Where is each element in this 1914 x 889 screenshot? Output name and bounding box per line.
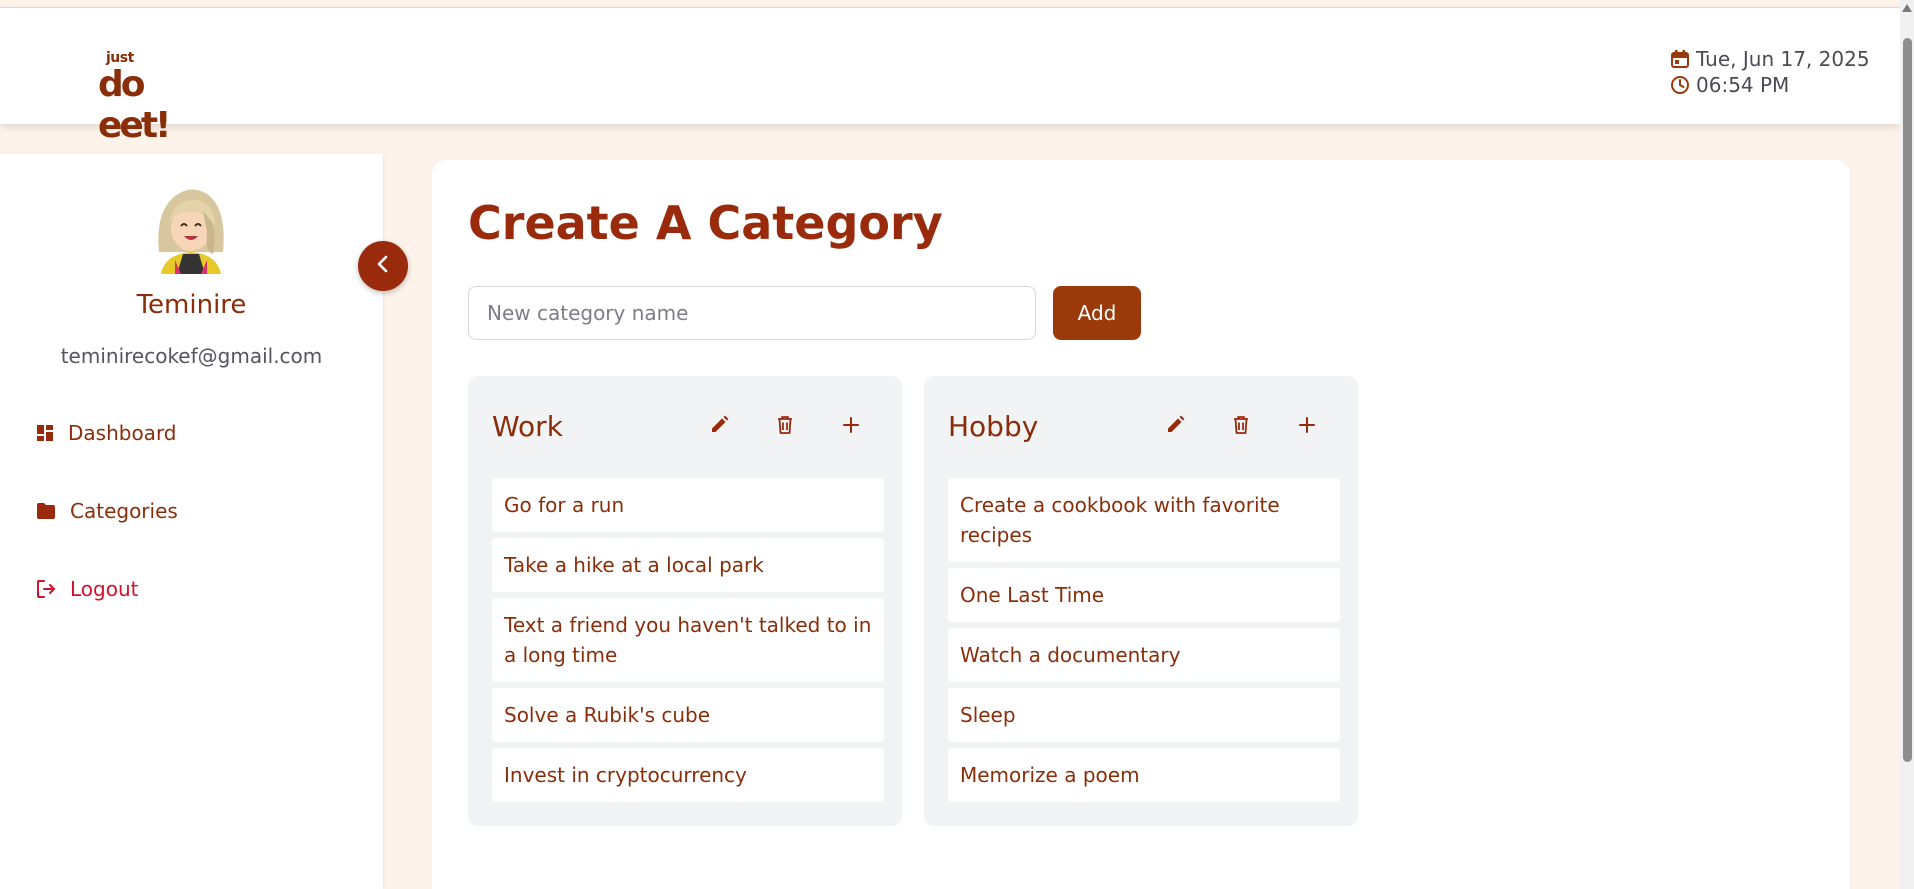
task-item[interactable]: Watch a documentary [948, 628, 1340, 682]
task-item[interactable]: Invest in cryptocurrency [492, 748, 884, 802]
delete-category-button[interactable] [768, 410, 802, 444]
task-item[interactable]: Go for a run [492, 478, 884, 532]
edit-category-button[interactable] [1158, 410, 1192, 444]
task-item[interactable]: Create a cookbook with favorite recipes [948, 478, 1340, 562]
logout-icon [36, 579, 56, 599]
add-task-button[interactable] [1290, 410, 1324, 444]
clock-icon [1670, 75, 1690, 95]
trash-icon [1232, 415, 1250, 439]
plus-icon [1298, 416, 1316, 438]
task-item[interactable]: Solve a Rubik's cube [492, 688, 884, 742]
date-row: Tue, Jun 17, 2025 [1670, 46, 1870, 72]
sidebar-item-logout[interactable]: Logout [36, 577, 138, 601]
sidebar: Teminire teminirecokef@gmail.com Dashboa… [0, 154, 383, 889]
header: just do eet! Tue, Jun 17, 2025 06:54 PM [0, 8, 1900, 146]
folder-icon [36, 502, 56, 520]
logo-big-text: do eet! [98, 64, 171, 146]
trash-icon [776, 415, 794, 439]
plus-icon [842, 416, 860, 438]
time-text: 06:54 PM [1696, 73, 1790, 97]
category-card-work: Work Go for a run Take a hike at a local… [468, 376, 902, 826]
delete-category-button[interactable] [1224, 410, 1258, 444]
sidebar-item-label: Categories [70, 499, 178, 523]
sidebar-item-categories[interactable]: Categories [36, 499, 178, 523]
task-item[interactable]: Take a hike at a local park [492, 538, 884, 592]
scroll-up-arrow[interactable] [1902, 4, 1912, 12]
category-title: Work [492, 410, 563, 443]
add-category-button[interactable]: Add [1053, 286, 1141, 340]
collapse-sidebar-button[interactable] [358, 241, 408, 291]
date-time-display: Tue, Jun 17, 2025 06:54 PM [1670, 46, 1870, 98]
user-name: Teminire [136, 290, 247, 320]
edit-category-button[interactable] [702, 410, 736, 444]
new-category-input[interactable] [468, 286, 1036, 340]
date-text: Tue, Jun 17, 2025 [1696, 47, 1870, 71]
category-card-hobby: Hobby Create a cookbook with favorite re… [924, 376, 1358, 826]
main-content: Create A Category Add Work Go for a run … [432, 160, 1850, 889]
task-item[interactable]: Text a friend you haven't talked to in a… [492, 598, 884, 682]
time-row: 06:54 PM [1670, 72, 1870, 98]
sidebar-item-label: Logout [70, 577, 139, 601]
app-logo[interactable]: just do eet! [98, 50, 218, 146]
calendar-icon [1670, 49, 1690, 69]
task-item[interactable]: Sleep [948, 688, 1340, 742]
scrollbar-thumb[interactable] [1903, 38, 1912, 762]
user-email: teminirecokef@gmail.com [60, 344, 323, 368]
chevron-left-icon [373, 254, 393, 278]
pencil-icon [1165, 415, 1185, 439]
dashboard-icon [36, 424, 54, 442]
avatar [145, 182, 237, 274]
sidebar-item-dashboard[interactable]: Dashboard [36, 421, 177, 445]
task-item[interactable]: One Last Time [948, 568, 1340, 622]
add-task-button[interactable] [834, 410, 868, 444]
page-title: Create A Category [468, 196, 943, 250]
sidebar-item-label: Dashboard [68, 421, 177, 445]
pencil-icon [709, 415, 729, 439]
top-strip [0, 0, 1914, 8]
task-item[interactable]: Memorize a poem [948, 748, 1340, 802]
vertical-scrollbar[interactable] [1900, 0, 1914, 889]
category-title: Hobby [948, 410, 1039, 443]
